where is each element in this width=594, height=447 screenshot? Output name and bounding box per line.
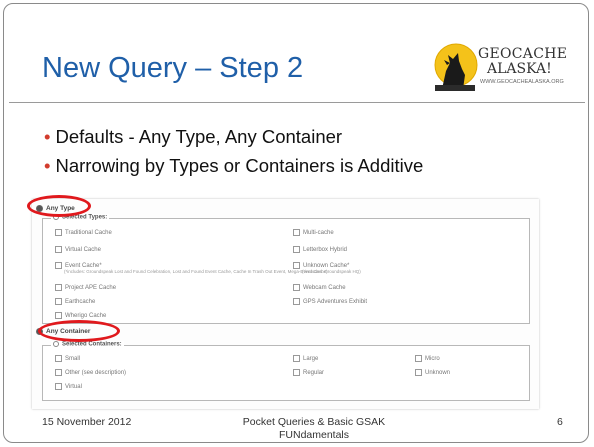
type-checkbox[interactable]: Multi-cache: [293, 229, 334, 236]
container-checkbox[interactable]: Regular: [293, 369, 324, 376]
type-checkbox[interactable]: Webcam Cache: [293, 284, 346, 291]
container-checkbox[interactable]: Micro: [415, 355, 440, 362]
type-checkbox[interactable]: Earthcache: [55, 298, 95, 305]
selected-containers-panel: Selected Containers: Small Large Micro O…: [42, 341, 530, 401]
bullet-dot-icon: •: [44, 155, 51, 176]
logo-text-geocache: GEOCACHE: [478, 46, 568, 62]
bullet-item: • Narrowing by Types or Containers is Add…: [44, 155, 424, 176]
footer-date: 15 November 2012: [42, 416, 132, 428]
selected-containers-radio[interactable]: Selected Containers:: [51, 341, 124, 348]
container-checkbox[interactable]: Large: [293, 355, 318, 362]
type-checkbox[interactable]: Virtual Cache: [55, 246, 101, 253]
bullet-dot-icon: •: [44, 126, 51, 147]
pocket-query-form-screenshot: Any Type Selected Types: Traditional Cac…: [32, 199, 539, 409]
type-checkbox[interactable]: GPS Adventures Exhibit: [293, 298, 367, 305]
container-checkbox[interactable]: Virtual: [55, 383, 82, 390]
type-checkbox[interactable]: Traditional Cache: [55, 229, 112, 236]
title-divider: [9, 102, 585, 103]
bullet-item: • Defaults - Any Type, Any Container: [44, 126, 343, 147]
bullet-list: • Defaults - Any Type, Any Container • Nar…: [44, 122, 423, 180]
container-checkbox[interactable]: Other (see description): [55, 369, 126, 376]
type-checkbox[interactable]: Unknown Cache* (*includes: Groundspeak HQ…: [293, 262, 361, 274]
geocache-alaska-logo: GEOCACHE ALASKA! WWW.GEOCACHEALASKA.ORG: [432, 41, 568, 95]
container-checkbox[interactable]: Unknown: [415, 369, 450, 376]
container-checkbox[interactable]: Small: [55, 355, 80, 362]
logo-text-alaska: ALASKA!: [487, 61, 552, 77]
slide-title: New Query – Step 2: [42, 52, 304, 84]
selected-types-panel: Selected Types: Traditional Cache Multi-…: [42, 214, 530, 324]
slide-number: 6: [557, 416, 563, 428]
any-container-highlight-ellipse: [38, 320, 120, 342]
footer-title: Pocket Queries & Basic GSAK FUNdamentals: [242, 416, 386, 441]
any-type-highlight-ellipse: [27, 195, 91, 217]
howling-wolf-icon: [434, 43, 478, 91]
logo-url: WWW.GEOCACHEALASKA.ORG: [480, 79, 564, 85]
type-checkbox[interactable]: Wherigo Cache: [55, 312, 106, 319]
type-checkbox[interactable]: Project APE Cache: [55, 284, 116, 291]
type-checkbox[interactable]: Event Cache* (*includes: Groundspeak Lost…: [55, 262, 328, 274]
type-checkbox[interactable]: Letterbox Hybrid: [293, 246, 347, 253]
